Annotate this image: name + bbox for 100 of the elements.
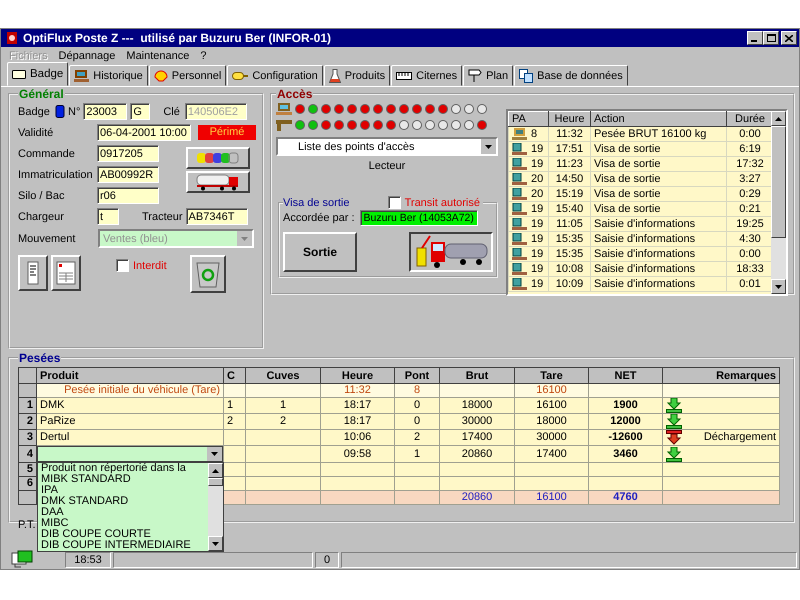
tab[interactable]: Configuration xyxy=(227,65,323,86)
form-button[interactable] xyxy=(51,255,81,291)
table-cell: 4760 xyxy=(588,490,662,504)
product-dropdown[interactable] xyxy=(37,446,223,462)
tab[interactable]: Historique xyxy=(69,65,148,86)
terminal-icon xyxy=(512,203,527,215)
terminal-icon xyxy=(512,233,527,245)
table-cell: Visa de sortie xyxy=(590,202,726,216)
input-field[interactable]: 23003 xyxy=(83,103,128,120)
list-option[interactable]: DIB COUPE COURTE xyxy=(38,529,208,540)
scrollbar-track[interactable] xyxy=(208,463,223,551)
input-field[interactable]: r06 xyxy=(97,187,159,204)
down-arrow-icon xyxy=(775,284,782,288)
status-badge: Périmé xyxy=(198,125,256,140)
row-number: 4 xyxy=(18,446,36,462)
recycle-bin-icon xyxy=(194,260,221,288)
input-field[interactable]: AB00992R xyxy=(97,166,159,183)
column-header[interactable]: Tare xyxy=(514,368,588,384)
input-field[interactable]: 06-04-2001 10:00 xyxy=(97,124,191,141)
list-option[interactable]: DAA xyxy=(38,507,208,518)
column-header[interactable]: PA xyxy=(508,112,548,126)
window-title: OptiFlux Poste Z --- utilisé par Buzuru Ber (INFOR-01) xyxy=(23,31,332,45)
compartments-button[interactable] xyxy=(186,147,250,169)
list-option[interactable]: DMK STANDARD xyxy=(38,496,208,507)
column-header[interactable]: Heure xyxy=(320,368,394,384)
tab[interactable]: Citernes xyxy=(391,65,462,86)
scroll-up-button[interactable] xyxy=(771,111,786,126)
table-cell: 1 xyxy=(227,399,234,411)
list-option[interactable]: IPA xyxy=(38,485,208,496)
maximize-button[interactable] xyxy=(763,31,779,45)
table-cell: 15:19 xyxy=(548,186,590,202)
up-arrow-icon xyxy=(775,116,782,120)
tab[interactable]: Produits xyxy=(324,65,390,86)
minimize-button[interactable] xyxy=(747,31,763,45)
table-cell: 19 xyxy=(508,216,548,232)
exit-button[interactable]: Sortie xyxy=(283,232,357,272)
table-cell: -12600 xyxy=(608,431,643,443)
scrollbar-track[interactable] xyxy=(771,111,786,294)
up-arrow-icon xyxy=(212,468,219,472)
table-cell: Pesée initiale du véhicule (Tare) xyxy=(36,384,224,398)
scrollbar-thumb[interactable] xyxy=(771,126,786,238)
list-option[interactable]: MIBC xyxy=(38,518,208,529)
table-cell: 12000 xyxy=(610,415,641,427)
table-cell: Visa de sortie xyxy=(590,156,726,172)
access-points-dropdown[interactable]: Liste des points d'accès xyxy=(276,137,498,156)
scrollbar-thumb[interactable] xyxy=(208,478,223,486)
table-cell: 09:58 xyxy=(344,448,372,460)
scroll-up-button[interactable] xyxy=(208,463,223,478)
table-cell: 18:17 xyxy=(344,399,372,411)
column-header[interactable]: Heure xyxy=(548,112,590,126)
tanker-truck-icon xyxy=(196,173,240,191)
card-icon xyxy=(12,69,26,79)
menu-item[interactable]: Dépannage xyxy=(58,50,116,62)
status-time: 18:53 xyxy=(65,552,111,568)
table-cell: Saisie d'informations xyxy=(590,232,726,246)
tab[interactable]: Base de données xyxy=(514,65,628,86)
table-cell: 16100 xyxy=(536,399,567,411)
column-header[interactable]: Action xyxy=(590,112,726,126)
table-cell: 11:32 xyxy=(548,126,590,142)
terminal-icon xyxy=(512,218,527,230)
column-header[interactable]: C xyxy=(224,368,246,384)
tab[interactable]: Plan xyxy=(463,65,514,86)
input-field[interactable]: 0917205 xyxy=(97,145,159,162)
column-header[interactable]: Cuves xyxy=(246,368,320,384)
column-header[interactable]: Durée xyxy=(726,112,771,126)
truck-button[interactable] xyxy=(186,171,250,193)
scroll-down-button[interactable] xyxy=(771,279,786,294)
column-header[interactable]: NET xyxy=(588,368,662,384)
list-option[interactable]: MIBK STANDARD xyxy=(38,474,208,485)
barrier-truck-button[interactable] xyxy=(409,232,493,272)
signpost-icon xyxy=(468,69,482,82)
table-cell: 30000 xyxy=(462,415,492,427)
column-header[interactable]: Produit xyxy=(36,368,224,384)
menu-item[interactable]: ? xyxy=(200,50,207,62)
group-title: Général xyxy=(18,87,65,101)
list-option[interactable]: DIB COUPE INTERMEDIAIRE xyxy=(38,540,208,551)
table-cell: 17400 xyxy=(462,431,492,443)
input-field[interactable]: AB7346T xyxy=(186,208,248,225)
tab[interactable]: Personnel xyxy=(148,65,226,86)
column-header[interactable]: Brut xyxy=(440,368,514,384)
table-cell: 1 xyxy=(280,399,286,411)
table-cell: Pesée BRUT 16100 kg xyxy=(590,126,726,142)
table-cell: 18000 xyxy=(536,415,567,427)
scroll-down-button[interactable] xyxy=(208,536,223,551)
table-cell: 19 xyxy=(508,142,548,156)
field-label: Silo / Bac xyxy=(18,190,66,202)
close-button[interactable] xyxy=(781,31,797,45)
tab[interactable]: Badge xyxy=(7,62,68,86)
table-cell: 2 xyxy=(280,415,286,427)
table-cell: 15:40 xyxy=(548,202,590,216)
menu-item[interactable]: Maintenance xyxy=(126,50,190,62)
column-header[interactable]: Pont xyxy=(394,368,440,384)
document-button[interactable] xyxy=(18,255,48,291)
input-field[interactable]: G xyxy=(130,103,150,120)
input-field[interactable]: t xyxy=(97,208,119,225)
recycle-bin-button[interactable] xyxy=(190,255,226,293)
terminal-icon xyxy=(512,173,527,185)
table-cell: 0 xyxy=(414,399,420,411)
column-header[interactable]: Remarques xyxy=(662,368,780,384)
shell-icon xyxy=(154,69,168,82)
